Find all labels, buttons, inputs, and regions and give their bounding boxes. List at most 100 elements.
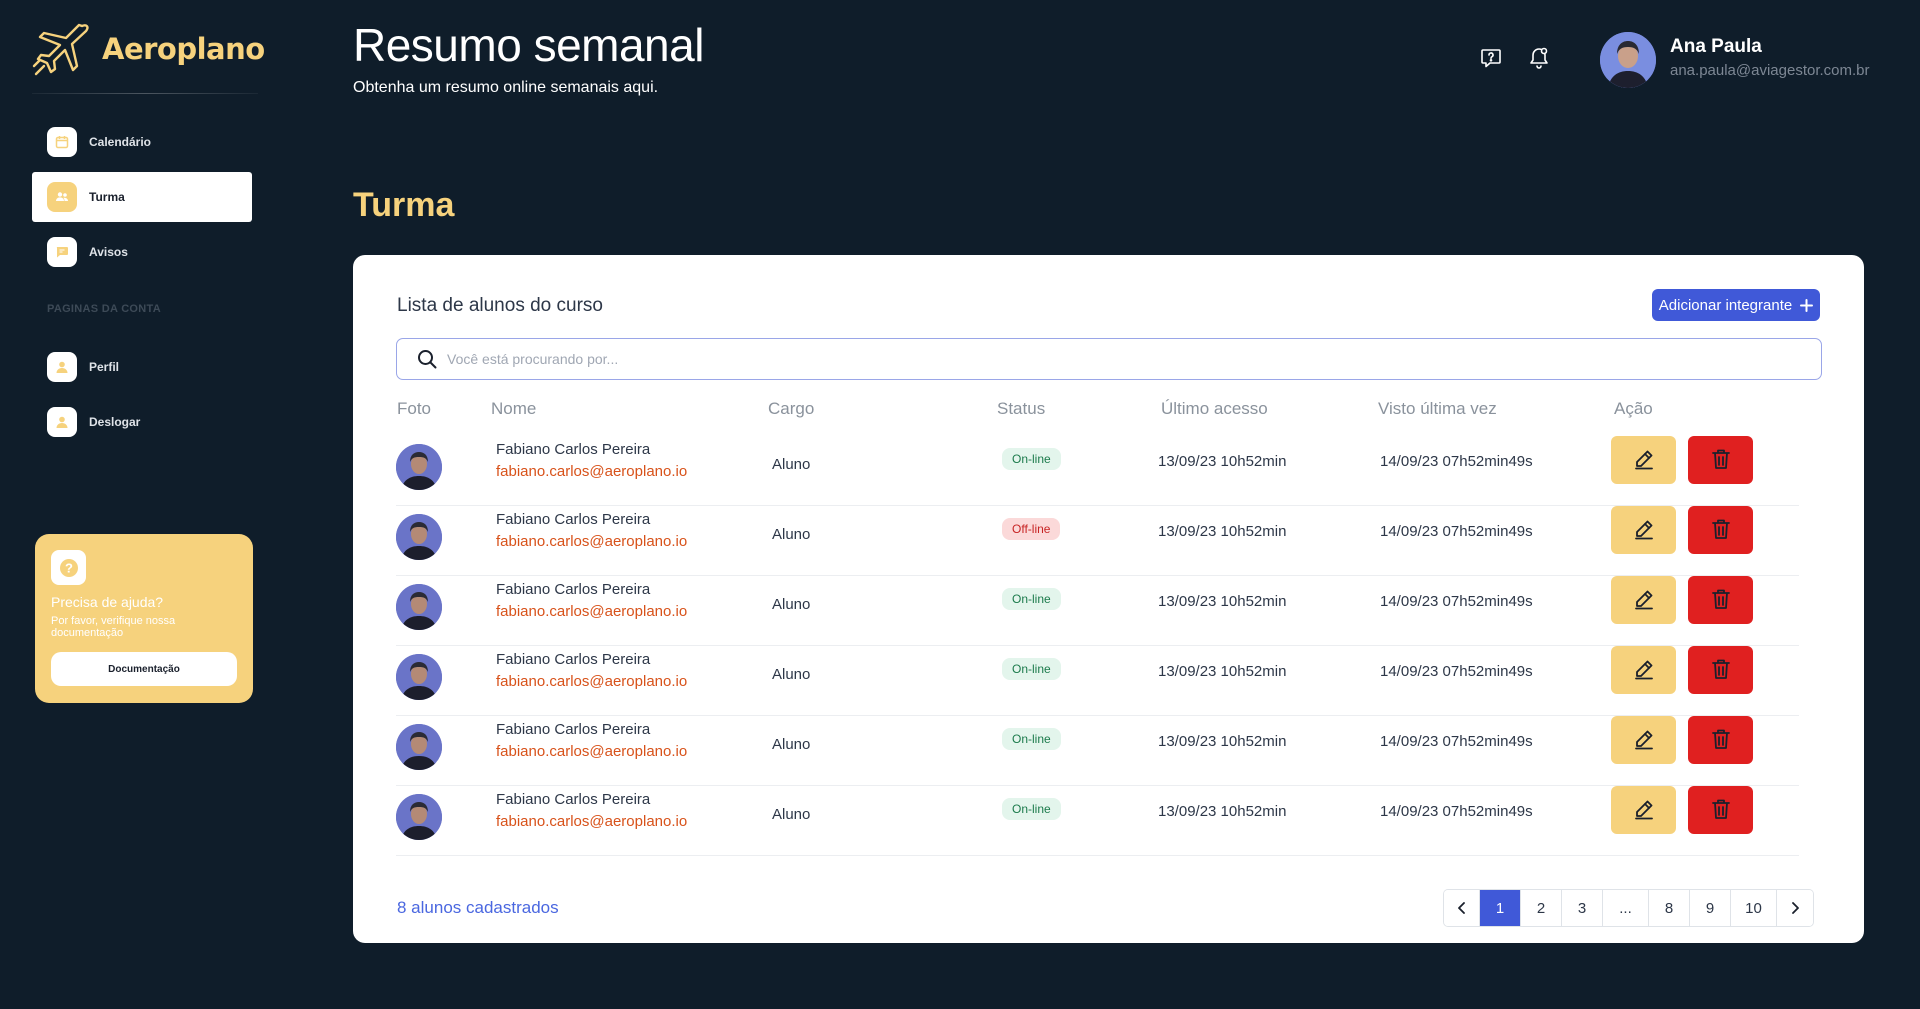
page-button[interactable]: 10 [1731,890,1777,926]
search-input[interactable] [447,351,1747,367]
column-header-visto: Visto última vez [1378,399,1497,418]
sidebar-item-label: Avisos [89,245,128,259]
airplane-icon [32,23,89,76]
svg-text:?: ? [65,560,73,575]
trash-icon [1711,798,1731,823]
status-badge: Off-line [1002,518,1061,540]
pencil-icon [1633,518,1655,543]
account-section-label: PAGINAS DA CONTA [47,303,161,315]
delete-button[interactable] [1688,716,1753,764]
search-icon [418,350,437,369]
page-button[interactable]: 2 [1521,890,1562,926]
pencil-icon [1633,728,1655,753]
student-name: Fabiano Carlos Pereira [496,651,651,668]
sidebar-item-label: Calendário [89,135,152,149]
logo-divider [32,93,258,94]
next-page-button[interactable] [1777,890,1813,926]
page-title: Resumo semanal [353,19,704,71]
table-title: Lista de alunos do curso [397,295,603,316]
delete-button[interactable] [1688,436,1753,484]
trash-icon [1711,728,1731,753]
bell-icon[interactable] [1525,44,1553,72]
column-header-status: Status [997,399,1046,418]
page-button[interactable]: 9 [1690,890,1731,926]
trash-icon [1711,658,1731,683]
student-email[interactable]: fabiano.carlos@aeroplano.io [496,603,687,620]
sidebar-item-avisos[interactable]: Avisos [32,227,252,277]
last-seen: 14/09/23 07h52min49s [1380,593,1533,610]
sidebar-item-perfil[interactable]: Perfil [32,342,252,392]
table-row: Fabiano Carlos Pereira fabiano.carlos@aer… [396,646,1799,716]
help-card: ? Precisa de ajuda? Por favor, verifique… [35,534,253,703]
edit-button[interactable] [1611,436,1676,484]
pencil-icon [1633,448,1655,473]
help-chat-icon[interactable] [1477,44,1505,72]
delete-button[interactable] [1688,786,1753,834]
documentation-button[interactable]: Documentação [51,652,237,686]
edit-button[interactable] [1611,716,1676,764]
page-button[interactable]: 1 [1480,890,1521,926]
message-icon [47,237,77,267]
prev-page-button[interactable] [1444,890,1480,926]
edit-button[interactable] [1611,646,1676,694]
column-header-acao: Ação [1614,399,1653,418]
edit-button[interactable] [1611,506,1676,554]
chevron-right-icon [1792,902,1799,914]
student-name: Fabiano Carlos Pereira [496,581,651,598]
search-box [396,338,1822,380]
student-email[interactable]: fabiano.carlos@aeroplano.io [496,673,687,690]
sidebar-item-deslogar[interactable]: Deslogar [32,397,252,447]
pencil-icon [1633,658,1655,683]
student-email[interactable]: fabiano.carlos@aeroplano.io [496,463,687,480]
sidebar-item-label: Turma [89,190,125,204]
student-email[interactable]: fabiano.carlos@aeroplano.io [496,533,687,550]
page-button[interactable]: 8 [1649,890,1690,926]
page-ellipsis: ... [1603,890,1649,926]
status-badge: On-line [1002,728,1061,750]
student-role: Aluno [772,736,811,753]
delete-button[interactable] [1688,506,1753,554]
last-access: 13/09/23 10h52min [1158,523,1287,540]
status-badge: On-line [1002,588,1061,610]
student-name: Fabiano Carlos Pereira [496,511,651,528]
help-subtitle: Por favor, verifique nossa documentação [51,615,176,639]
user-name: Ana Paula [1670,36,1762,57]
user-icon [47,352,77,382]
delete-button[interactable] [1688,646,1753,694]
page-subtitle: Obtenha um resumo online semanais aqui. [353,79,659,96]
student-avatar [396,584,442,630]
edit-button[interactable] [1611,576,1676,624]
student-role: Aluno [772,596,811,613]
plus-icon [1800,298,1814,312]
section-title: Turma [353,186,455,224]
trash-icon [1711,448,1731,473]
column-header-cargo: Cargo [768,399,815,418]
last-access: 13/09/23 10h52min [1158,803,1287,820]
students-card: Lista de alunos do curso Adicionar integ… [353,255,1864,943]
status-badge: On-line [1002,448,1061,470]
table-row: Fabiano Carlos Pereira fabiano.carlos@aer… [396,786,1799,856]
sidebar-item-turma[interactable]: Turma [32,172,252,222]
student-email[interactable]: fabiano.carlos@aeroplano.io [496,743,687,760]
student-role: Aluno [772,456,811,473]
page-button[interactable]: 3 [1562,890,1603,926]
student-name: Fabiano Carlos Pereira [496,441,651,458]
last-seen: 14/09/23 07h52min49s [1380,523,1533,540]
help-icon: ? [51,550,86,585]
users-icon [47,182,77,212]
student-name: Fabiano Carlos Pereira [496,791,651,808]
last-access: 13/09/23 10h52min [1158,663,1287,680]
column-header-nome: Nome [491,399,537,418]
delete-button[interactable] [1688,576,1753,624]
last-seen: 14/09/23 07h52min49s [1380,733,1533,750]
logo[interactable]: Aeroplano [32,20,265,78]
app-name: Aeroplano [102,32,265,66]
student-email[interactable]: fabiano.carlos@aeroplano.io [496,813,687,830]
add-member-button[interactable]: Adicionar integrante [1652,289,1820,321]
sidebar-item-label: Perfil [89,360,120,374]
edit-button[interactable] [1611,786,1676,834]
avatar[interactable] [1600,32,1656,88]
student-role: Aluno [772,666,811,683]
chevron-left-icon [1457,902,1465,914]
sidebar-item-calendario[interactable]: Calendário [32,117,252,167]
